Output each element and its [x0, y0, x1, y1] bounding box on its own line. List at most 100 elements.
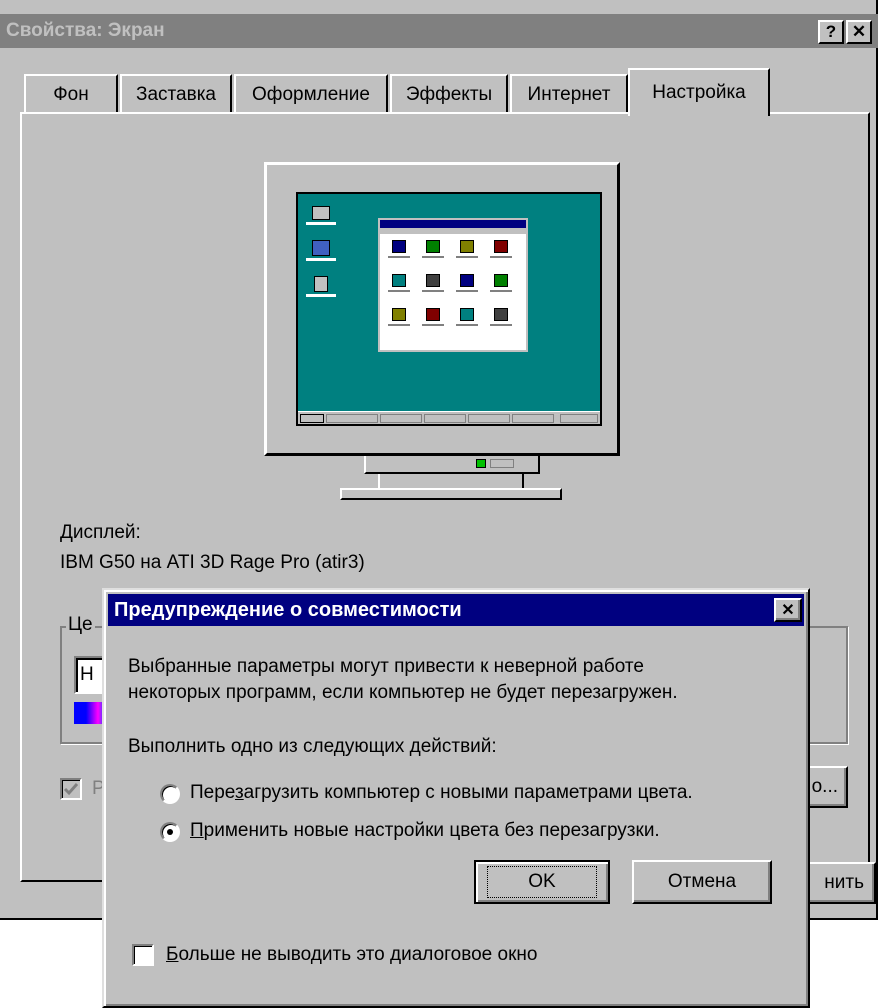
preview-window-icon-2 [426, 240, 440, 253]
label-text: агрузить компьютер с новыми параметрами … [243, 782, 693, 803]
tab-screensaver[interactable]: Заставка [120, 74, 232, 114]
apply-without-restart-radio[interactable] [160, 822, 180, 842]
accelerator-key: П [190, 820, 204, 841]
colors-group-label: Це [66, 614, 95, 636]
preview-taskbar-item [468, 414, 510, 423]
preview-window-icon-8 [494, 274, 508, 287]
accelerator-key: Б [166, 944, 179, 965]
dialog-message-line-2: некоторых программ, если компьютер не бу… [128, 682, 678, 703]
preview-window-icon-label [490, 324, 512, 326]
desktop-icon-label [306, 258, 336, 261]
apply-without-restart-radio-label[interactable]: Применить новые настройки цвета без пере… [190, 820, 660, 842]
window-title: Свойства: Экран [6, 20, 165, 41]
help-button[interactable]: ? [818, 20, 844, 44]
preview-taskbar-item [512, 414, 554, 423]
preview-window-icon-label [456, 256, 478, 258]
preview-window-icon-5 [392, 274, 406, 287]
label-text: ольше не выводить это диалоговое окно [178, 944, 538, 965]
cancel-button[interactable]: Отмена [632, 860, 772, 904]
preview-tray [560, 414, 598, 423]
accelerator-key: з [234, 782, 244, 803]
preview-window-icon-label [490, 256, 512, 258]
dialog-titlebar[interactable]: Предупреждение о совместимости [108, 594, 804, 626]
tab-label: Настройка [652, 82, 746, 103]
close-icon: ✕ [851, 22, 867, 41]
restart-radio[interactable] [160, 784, 180, 804]
dont-show-again-checkbox[interactable] [132, 944, 154, 966]
tab-label: Интернет [527, 84, 611, 105]
advanced-button-label: о... [811, 776, 838, 797]
power-led-icon [476, 459, 486, 468]
help-icon: ? [825, 22, 837, 41]
tab-label: Заставка [136, 84, 216, 105]
preview-window-icon-label [422, 256, 444, 258]
radio-selected-dot [167, 829, 173, 835]
dont-show-again-label[interactable]: Больше не выводить это диалоговое окно [166, 944, 537, 966]
display-label: Дисплей: [60, 522, 141, 543]
tab-internet[interactable]: Интернет [510, 74, 628, 114]
preview-window-icon-6 [426, 274, 440, 287]
preview-taskbar-item [380, 414, 422, 423]
desktop-icon-label [306, 294, 336, 297]
preview-window-icon-4 [494, 240, 508, 253]
restart-radio-label[interactable]: Перезагрузить компьютер с новыми парамет… [190, 782, 693, 804]
preview-window-menubar [380, 228, 526, 234]
compatibility-warning-dialog: Предупреждение о совместимости ✕ Выбранн… [102, 588, 810, 1008]
monitor-neck [364, 456, 540, 474]
preview-window-titlebar [380, 220, 526, 228]
cancel-button-label: Отмена [667, 871, 737, 892]
tab-label: Фон [53, 84, 89, 105]
tab-label: Оформление [252, 84, 370, 105]
label-text: рименить новые настройки цвета без перез… [203, 820, 660, 841]
preview-window-icon-label [456, 324, 478, 326]
monitor-base [340, 488, 562, 500]
checkmark-icon [63, 783, 79, 796]
ok-button[interactable]: OK [474, 860, 610, 904]
close-icon: ✕ [781, 602, 795, 619]
apply-button-label: нить [824, 872, 864, 893]
dialog-message-line-1: Выбранные параметры могут привести к нев… [128, 656, 644, 677]
preview-window-icon-label [388, 324, 410, 326]
tab-appearance[interactable]: Оформление [234, 74, 388, 114]
preview-window-icon-10 [426, 308, 440, 321]
tab-background[interactable]: Фон [24, 74, 118, 114]
window-close-button[interactable]: ✕ [846, 20, 872, 44]
color-palette-bar [74, 702, 104, 724]
preview-window-icon-label [422, 290, 444, 292]
preview-start-button [300, 414, 324, 423]
window-titlebar[interactable]: Свойства: Экран [0, 14, 878, 48]
preview-window-icon-11 [460, 308, 474, 321]
monitor-preview-screen [296, 192, 602, 426]
preview-window-icon-label [388, 290, 410, 292]
preview-window-icon-7 [460, 274, 474, 287]
preview-window-icon-3 [460, 240, 474, 253]
desktop-icon-my-computer [312, 206, 330, 220]
disabled-checkbox[interactable] [60, 778, 82, 800]
preview-window [378, 218, 528, 352]
desktop-icon-recycle-bin [314, 276, 328, 292]
label-text: Пере [190, 782, 235, 803]
preview-window-icon-12 [494, 308, 508, 321]
preview-window-icon-1 [392, 240, 406, 253]
preview-window-icons [388, 240, 522, 350]
preview-window-icon-label [422, 324, 444, 326]
tab-settings[interactable]: Настройка [628, 68, 770, 116]
preview-taskbar-item [326, 414, 378, 423]
desktop-icon-network [312, 240, 330, 256]
dialog-action-prompt: Выполнить одно из следующих действий: [128, 736, 497, 757]
preview-window-icon-9 [392, 308, 406, 321]
display-adapter-name: IBM G50 на ATI 3D Rage Pro (atir3) [60, 552, 365, 573]
monitor-button [490, 459, 514, 468]
preview-window-icon-label [490, 290, 512, 292]
colors-combobox-value: Н [80, 664, 94, 685]
dialog-title: Предупреждение о совместимости [114, 598, 462, 621]
tab-effects[interactable]: Эффекты [390, 74, 508, 114]
ok-button-label: OK [487, 866, 597, 898]
preview-taskbar [298, 411, 600, 424]
tab-label: Эффекты [405, 84, 493, 105]
dialog-close-button[interactable]: ✕ [774, 598, 802, 622]
preview-window-icon-label [388, 256, 410, 258]
preview-window-icon-label [456, 290, 478, 292]
preview-taskbar-item [424, 414, 466, 423]
desktop-icon-label [306, 222, 336, 225]
